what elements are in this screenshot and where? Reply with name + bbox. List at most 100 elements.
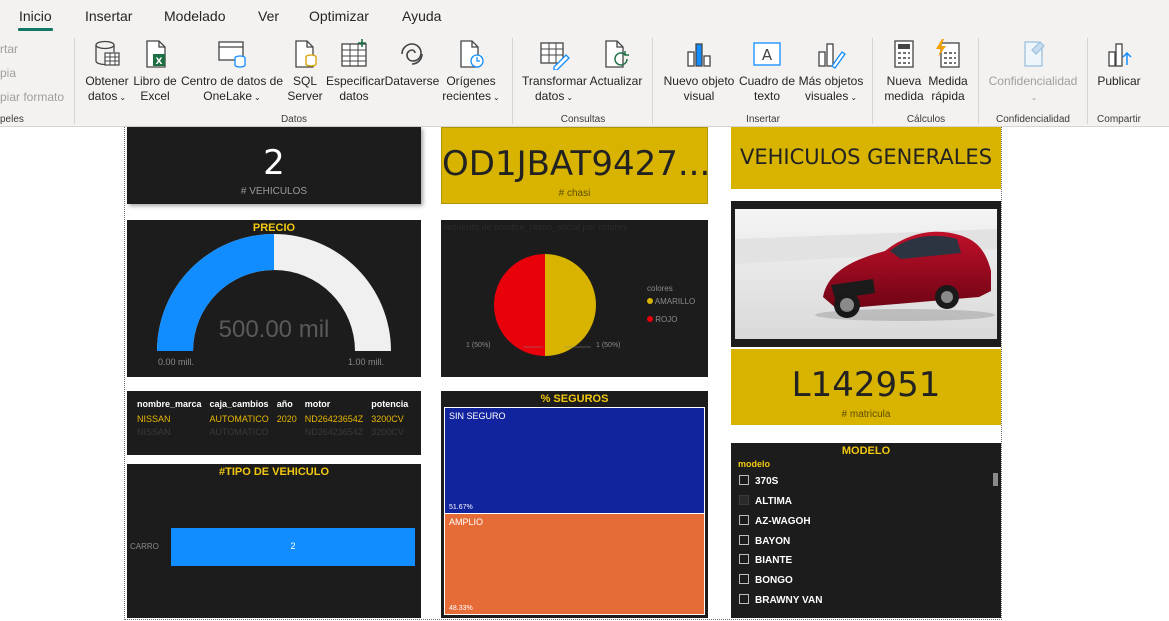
card-matricula[interactable]: L142951 # matricula bbox=[731, 349, 1001, 425]
gauge-min-label: 0.00 mill. bbox=[158, 357, 195, 367]
treemap-tile[interactable]: AMPLIO 48.33% bbox=[444, 514, 705, 615]
column-header[interactable]: caja_cambios bbox=[206, 397, 273, 411]
pie-data-label: 1 (50%) bbox=[466, 342, 491, 349]
sql-server-button[interactable]: SQL Server bbox=[286, 38, 324, 104]
text-box-icon: A bbox=[753, 42, 781, 66]
gauge-max-label: 1.00 mill. bbox=[348, 357, 385, 367]
transform-data-icon bbox=[540, 42, 570, 70]
new-measure-button[interactable]: Nueva medida bbox=[882, 38, 926, 104]
slicer-item[interactable]: ALTIMA bbox=[739, 495, 792, 507]
tab-ver[interactable]: Ver bbox=[258, 8, 279, 24]
chevron-down-icon: ⌄ bbox=[850, 93, 858, 102]
onelake-button[interactable]: Centro de datos de OneLake ⌄ bbox=[180, 38, 284, 105]
text-box-label-2: texto bbox=[753, 89, 780, 103]
checkbox[interactable] bbox=[739, 574, 749, 584]
refresh-button[interactable]: Actualizar bbox=[588, 38, 644, 89]
quick-measure-button[interactable]: Medida rápida bbox=[926, 38, 970, 104]
table-row[interactable]: NISSAN AUTOMATICO 2020 ND26423654Z 3200C… bbox=[133, 411, 412, 427]
publish-button[interactable]: Publicar bbox=[1096, 38, 1142, 89]
column-header[interactable]: año bbox=[273, 397, 301, 411]
pie-slice-amarillo[interactable] bbox=[545, 254, 596, 356]
transform-label-1: Transformar bbox=[522, 74, 587, 88]
chevron-down-icon: ⌄ bbox=[1030, 93, 1038, 102]
slicer-item[interactable]: BONGO bbox=[739, 574, 793, 586]
more-visuals-label-2: visuales bbox=[804, 89, 849, 103]
new-visual-button[interactable]: Nuevo objeto visual bbox=[662, 38, 736, 104]
get-data-button[interactable]: Obtener datos ⌄ bbox=[84, 38, 130, 105]
tab-insertar[interactable]: Insertar bbox=[85, 8, 132, 24]
column-header[interactable]: motor bbox=[301, 397, 368, 411]
checkbox[interactable] bbox=[739, 594, 749, 604]
separator bbox=[872, 38, 873, 124]
new-measure-label-2: medida bbox=[884, 89, 924, 103]
separator bbox=[512, 38, 513, 124]
legend-dot-icon bbox=[647, 316, 653, 322]
new-visual-label-2: visual bbox=[683, 89, 715, 103]
treemap-tile[interactable]: SIN SEGURO 51.67% bbox=[444, 407, 705, 514]
treemap-value: 48.33% bbox=[449, 605, 473, 612]
table-cell: AUTOMATICO bbox=[209, 427, 269, 437]
bar-tipo-vehiculo[interactable]: #TIPO DE VEHICULO CARRO 2 bbox=[127, 464, 421, 618]
slicer-item[interactable]: 370S bbox=[739, 475, 778, 487]
format-painter-button[interactable]: piar formato bbox=[0, 90, 64, 104]
more-visuals-button[interactable]: Más objetos visuales ⌄ bbox=[798, 38, 864, 105]
card-vehiculos[interactable]: 2 # VEHICULOS bbox=[127, 127, 421, 204]
gauge-precio[interactable]: PRECIO 500.00 mil 0.00 mill. 1.00 mill. bbox=[127, 220, 421, 377]
slicer-item[interactable]: BAYON bbox=[739, 535, 790, 547]
database-icon bbox=[95, 40, 120, 66]
command-bar: rtar pia piar formato peles Obtener dato… bbox=[0, 34, 1169, 127]
legend-title: colores bbox=[647, 284, 673, 293]
scrollbar[interactable] bbox=[993, 473, 998, 486]
recent-sources-icon bbox=[460, 40, 484, 68]
checkbox[interactable] bbox=[739, 535, 749, 545]
treemap-seguros[interactable]: % SEGUROS SIN SEGURO 51.67% AMPLIO 48.33… bbox=[441, 391, 708, 618]
copy-button[interactable]: pia bbox=[0, 66, 16, 80]
visual-title: % SEGUROS bbox=[540, 393, 609, 405]
slicer-item-label: AZ-WAGOH bbox=[755, 516, 811, 527]
sql-label-2: Server bbox=[287, 89, 323, 103]
slicer-item-label: BIANTE bbox=[755, 555, 793, 566]
slicer-item[interactable]: BIANTE bbox=[739, 554, 792, 566]
transform-data-button[interactable]: Transformar datos ⌄ bbox=[522, 38, 587, 105]
dataverse-button[interactable]: Dataverse bbox=[384, 38, 440, 89]
tab-optimizar[interactable]: Optimizar bbox=[309, 8, 369, 24]
chevron-down-icon: ⌄ bbox=[254, 93, 261, 102]
checkbox[interactable] bbox=[739, 495, 749, 505]
more-visuals-icon bbox=[818, 43, 846, 69]
gauge-chart bbox=[157, 234, 391, 351]
text-box-button[interactable]: A Cuadro de texto bbox=[738, 38, 796, 104]
table-visual[interactable]: nombre_marca caja_cambios año motor pote… bbox=[127, 391, 421, 455]
column-header[interactable]: potencia bbox=[367, 397, 412, 411]
enter-data-button[interactable]: Especificar datos bbox=[326, 38, 385, 104]
checkbox[interactable] bbox=[739, 515, 749, 525]
sensitivity-button[interactable]: Confidencialidad ⌄ bbox=[986, 38, 1080, 105]
tab-modelado[interactable]: Modelado bbox=[164, 8, 226, 24]
svg-text:X: X bbox=[156, 57, 163, 67]
recent-sources-button[interactable]: Orígenes recientes ⌄ bbox=[442, 38, 500, 105]
slicer-field-label: modelo bbox=[738, 459, 771, 469]
table-cell: 3200CV bbox=[371, 414, 404, 424]
onelake-icon bbox=[218, 41, 246, 68]
legend-item[interactable]: ROJO bbox=[647, 315, 677, 324]
card-chasis[interactable]: OD1JBAT9427... # chasi bbox=[441, 127, 710, 204]
bar[interactable]: 2 bbox=[171, 528, 415, 566]
checkbox[interactable] bbox=[739, 475, 749, 485]
pie-colores[interactable]: recuento de nombre_razon_social por colo… bbox=[441, 220, 708, 377]
slicer-item[interactable]: BRAWNY VAN bbox=[739, 594, 822, 606]
column-header[interactable]: nombre_marca bbox=[133, 397, 206, 411]
tab-inicio[interactable]: Inicio bbox=[18, 8, 53, 31]
publish-icon bbox=[1108, 43, 1132, 67]
cut-button[interactable]: rtar bbox=[0, 42, 18, 56]
chevron-down-icon: ⌄ bbox=[119, 93, 127, 102]
slicer-modelo[interactable]: MODELO modelo 370S ALTIMA AZ-WAGOH BAYON… bbox=[731, 443, 1001, 618]
table-cell: ND26423654Z bbox=[304, 427, 364, 437]
excel-button[interactable]: X Libro de Excel bbox=[132, 38, 178, 104]
tab-ayuda[interactable]: Ayuda bbox=[402, 8, 441, 24]
slicer-item[interactable]: AZ-WAGOH bbox=[739, 515, 811, 527]
checkbox[interactable] bbox=[739, 554, 749, 564]
table-cell: 3200CV bbox=[371, 427, 404, 437]
legend-item[interactable]: AMARILLO bbox=[647, 297, 695, 306]
title-card[interactable]: VEHICULOS GENERALES bbox=[731, 127, 1001, 189]
pie-slice-rojo[interactable] bbox=[494, 254, 545, 356]
group-label-calc: Cálculos bbox=[906, 114, 946, 125]
